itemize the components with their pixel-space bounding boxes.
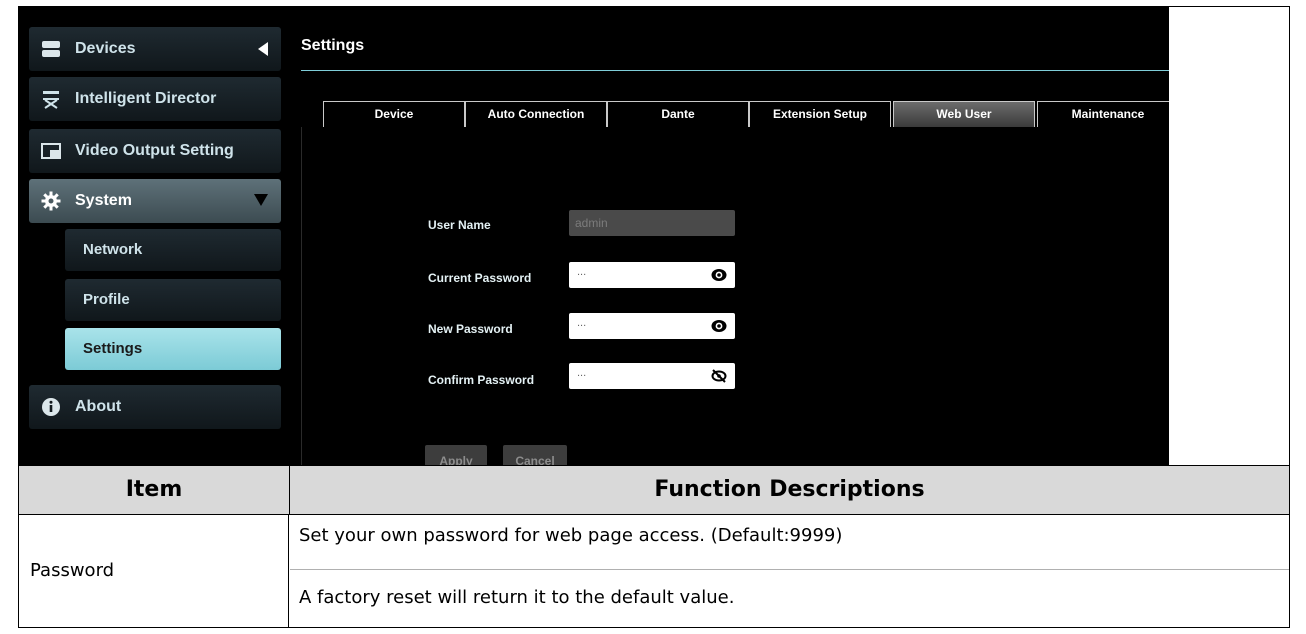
tab-web-user[interactable]: Web User — [893, 101, 1035, 127]
sidebar-item-label: About — [75, 398, 122, 415]
row-item-password: Password — [19, 515, 289, 627]
title-divider — [301, 70, 1169, 71]
header-function-descriptions: Function Descriptions — [654, 477, 925, 502]
header-item: Item — [19, 466, 290, 514]
confirm-password-value: ... — [577, 367, 587, 379]
sidebar-subitem-label: Settings — [83, 340, 143, 357]
cancel-button[interactable]: Cancel — [503, 445, 567, 465]
sidebar-item-label: Devices — [75, 40, 136, 57]
sidebar-subitem-label: Profile — [83, 291, 130, 308]
apply-button[interactable]: Apply — [425, 445, 487, 465]
web-ui-screenshot: Devices Intelligent Director Video Outpu… — [19, 7, 1169, 465]
sidebar-item-video-output-setting[interactable]: Video Output Setting — [29, 129, 281, 173]
show-password-icon[interactable] — [711, 319, 727, 333]
server-icon — [42, 41, 60, 57]
screenshot-cell: Devices Intelligent Director Video Outpu… — [19, 7, 1289, 466]
hide-password-icon[interactable] — [711, 369, 727, 383]
sidebar-item-label: Video Output Setting — [75, 142, 234, 159]
sidebar-item-system[interactable]: System — [29, 179, 281, 223]
sidebar-item-intelligent-director[interactable]: Intelligent Director — [29, 77, 281, 121]
current-password-field[interactable]: ... — [569, 262, 735, 288]
collapse-arrow-icon[interactable] — [257, 41, 269, 57]
sidebar-subitem-label: Network — [83, 241, 143, 258]
tab-maintenance[interactable]: Maintenance — [1037, 101, 1169, 127]
main-content: Settings Device Auto Connection Dante Ex… — [301, 7, 1169, 465]
sidebar-item-label: System — [75, 192, 132, 209]
web-user-panel — [301, 127, 1169, 465]
tab-auto-connection[interactable]: Auto Connection — [465, 101, 607, 127]
page-title: Settings — [301, 37, 365, 54]
new-password-value: ... — [577, 317, 587, 329]
tab-extension-setup[interactable]: Extension Setup — [749, 101, 891, 127]
sidebar: Devices Intelligent Director Video Outpu… — [19, 7, 281, 465]
confirm-password-field[interactable]: ... — [569, 363, 735, 389]
description-line-1: Set your own password for web page acces… — [299, 525, 843, 546]
doc-table: Devices Intelligent Director Video Outpu… — [18, 6, 1290, 628]
director-chair-icon — [43, 91, 59, 109]
current-password-value: ... — [577, 266, 587, 278]
table-row: Password Set your own password for web p… — [19, 515, 1289, 627]
description-separator — [290, 569, 1289, 570]
info-icon — [42, 398, 60, 416]
tab-device[interactable]: Device — [323, 101, 465, 127]
confirm-password-label: Confirm Password — [428, 373, 535, 387]
new-password-field[interactable]: ... — [569, 313, 735, 339]
sidebar-item-devices[interactable]: Devices — [29, 27, 281, 71]
show-password-icon[interactable] — [711, 268, 727, 282]
sidebar-item-about[interactable]: About — [29, 385, 281, 429]
tab-dante[interactable]: Dante — [607, 101, 749, 127]
current-password-label: Current Password — [428, 271, 532, 285]
user-name-field: admin — [569, 210, 735, 236]
display-icon — [41, 143, 61, 159]
sidebar-item-label: Intelligent Director — [75, 90, 217, 107]
user-name-label: User Name — [428, 218, 491, 232]
expand-arrow-icon[interactable] — [253, 193, 269, 207]
gear-icon — [41, 191, 61, 211]
description-line-2: A factory reset will return it to the de… — [299, 587, 735, 608]
sidebar-subitem-profile[interactable]: Profile — [65, 279, 281, 321]
sidebar-subitem-network[interactable]: Network — [65, 229, 281, 271]
table-header-row: Item Function Descriptions — [19, 466, 1289, 515]
sidebar-subitem-settings[interactable]: Settings — [65, 328, 281, 370]
new-password-label: New Password — [428, 322, 513, 336]
